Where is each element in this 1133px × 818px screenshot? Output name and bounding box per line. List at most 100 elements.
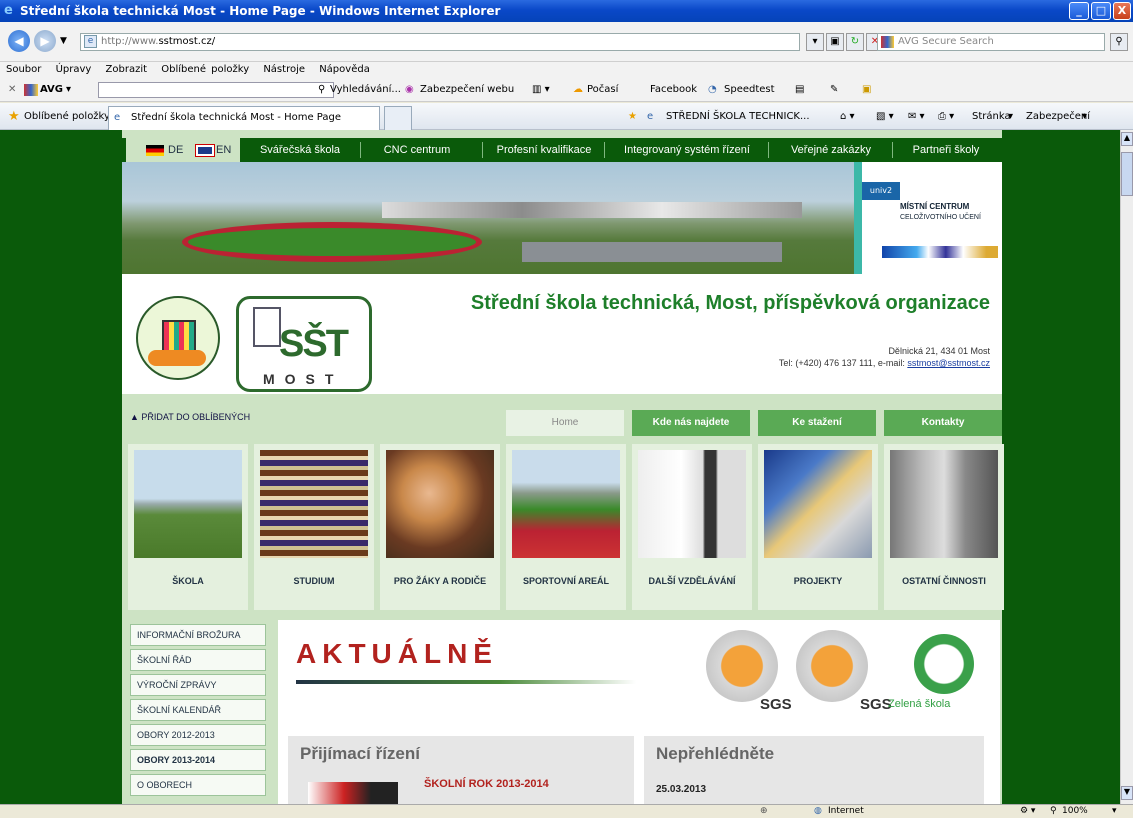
- page-viewport: DE EN Svářečská škola CNC centrum Profes…: [0, 130, 1120, 804]
- speedtest-icon: ◔: [708, 84, 717, 95]
- castle-icon: [253, 307, 281, 347]
- menu-vyrocni-zpravy[interactable]: VÝROČNÍ ZPRÁVY: [130, 674, 266, 696]
- new-tab-button[interactable]: [384, 106, 412, 130]
- address-input[interactable]: e http://www.sstmost.cz/: [80, 33, 800, 51]
- maximize-button[interactable]: □: [1091, 2, 1111, 20]
- protected-mode-icon[interactable]: ⚙ ▾: [1020, 805, 1035, 818]
- menu-upravy[interactable]: Úpravy: [56, 64, 92, 75]
- menu-napoveda[interactable]: Nápověda: [319, 64, 370, 75]
- toolbar-search-button[interactable]: Vyhledávání...: [330, 77, 401, 102]
- nav-profesni-kvalifikace[interactable]: Profesní kvalifikace: [484, 138, 604, 162]
- tile-ostatni-cinnosti[interactable]: OSTATNÍ ČINNOSTI: [884, 444, 1004, 610]
- zoom-level[interactable]: 100%: [1062, 805, 1088, 818]
- tab-home[interactable]: Home: [506, 410, 624, 436]
- menu-nastroje[interactable]: Nástroje: [263, 64, 305, 75]
- tile-pro-zaky-label: PRO ŽÁKY A RODIČE: [393, 576, 487, 586]
- avg-logo-icon: [24, 84, 38, 96]
- nav-partneri-skoly[interactable]: Partneři školy: [894, 138, 998, 162]
- nav-integrovany-system[interactable]: Integrovaný systém řízení: [606, 138, 768, 162]
- lang-de-link[interactable]: DE: [126, 138, 192, 162]
- search-icon[interactable]: ⚲: [1110, 33, 1128, 51]
- minimize-button[interactable]: _: [1069, 2, 1089, 20]
- back-button[interactable]: ◀: [8, 30, 30, 52]
- weather-button[interactable]: Počasí: [587, 77, 618, 102]
- toolbar-close-icon[interactable]: ✕: [8, 77, 16, 102]
- news-icon[interactable]: ▣: [862, 77, 871, 102]
- tile-dalsi-vzdelavani[interactable]: DALŠÍ VZDĚLÁVÁNÍ: [632, 444, 752, 610]
- scroll-down-icon[interactable]: ▼: [1121, 786, 1133, 800]
- page-menu[interactable]: Stránka: [972, 103, 1011, 130]
- edit-icon[interactable]: ✎: [830, 77, 838, 102]
- email-link[interactable]: sstmost@sstmost.cz: [907, 358, 990, 368]
- menu-obory-2012[interactable]: OBORY 2012-2013: [130, 724, 266, 746]
- tab-kde-nas-najdete[interactable]: Kde nás najdete: [632, 410, 750, 436]
- tile-projekty[interactable]: PROJEKTY: [758, 444, 878, 610]
- feeds-icon[interactable]: ▧ ▾: [876, 103, 894, 130]
- lang-en-link[interactable]: EN: [192, 138, 240, 162]
- facebook-button[interactable]: Facebook: [650, 77, 697, 102]
- menu-oblibene[interactable]: Oblíbené položky: [161, 64, 249, 75]
- refresh-icon[interactable]: ↻: [846, 33, 864, 51]
- nav-svarecska-skola[interactable]: Svářečská škola: [242, 138, 358, 162]
- scroll-up-icon[interactable]: ▲: [1121, 132, 1133, 146]
- security-menu[interactable]: Zabezpečení: [1026, 103, 1090, 130]
- menu-skolni-rad[interactable]: ŠKOLNÍ ŘÁD: [130, 649, 266, 671]
- menu-zobrazit[interactable]: Zobrazit: [106, 64, 148, 75]
- menu-informacni-brozura[interactable]: INFORMAČNÍ BROŽURA: [130, 624, 266, 646]
- browser-tab-active[interactable]: e Střední škola technická Most - Home Pa…: [108, 106, 380, 130]
- skolni-rok-link[interactable]: ŠKOLNÍ ROK 2013-2014: [424, 778, 549, 790]
- home-icon[interactable]: ⌂ ▾: [840, 103, 855, 130]
- avg-dropdown-icon[interactable]: ▾: [66, 77, 71, 102]
- nav-verejne-zakazky[interactable]: Veřejné zakázky: [770, 138, 892, 162]
- scroll-thumb[interactable]: [1121, 152, 1133, 196]
- tile-skola[interactable]: ŠKOLA: [128, 444, 248, 610]
- menu-soubor[interactable]: Soubor: [6, 64, 41, 75]
- euro-banknotes-photo: [764, 450, 872, 558]
- mistni-centrum-panel: univ2 MÍSTNÍ CENTRUM CELOŽIVOTNÍHO UČENÍ: [854, 162, 1002, 274]
- notes-icon[interactable]: ▤: [795, 77, 804, 102]
- status-privacy-icon[interactable]: ⊕: [760, 805, 768, 818]
- page-menu-dropdown-icon[interactable]: ▾: [1008, 103, 1013, 130]
- zelena-skola-label: Zelená škola: [888, 698, 951, 710]
- compatibility-icon[interactable]: ▣: [826, 33, 844, 51]
- menu-obory-2013[interactable]: OBORY 2013-2014: [130, 749, 266, 771]
- print-icon[interactable]: ⎙ ▾: [938, 103, 954, 130]
- security-menu-dropdown-icon[interactable]: ▾: [1082, 103, 1087, 130]
- lang-de-label: DE: [168, 144, 184, 156]
- books-photo: [260, 450, 368, 558]
- tile-sportovni-areal[interactable]: SPORTOVNÍ AREÁL: [506, 444, 626, 610]
- forward-button[interactable]: ▶: [34, 30, 56, 52]
- tile-pro-zaky[interactable]: PRO ŽÁKY A RODIČE: [380, 444, 500, 610]
- lang-en-label: EN: [216, 144, 232, 156]
- search-input[interactable]: AVG Secure Search: [877, 33, 1105, 51]
- menu-o-oborech[interactable]: O OBORECH: [130, 774, 266, 796]
- mail-icon[interactable]: ✉ ▾: [908, 103, 925, 130]
- tab-favicon-icon: e: [114, 112, 121, 123]
- tile-studium-label: STUDIUM: [293, 576, 335, 586]
- sgs-label-2: SGS: [860, 696, 892, 713]
- menu-skolni-kalendar[interactable]: ŠKOLNÍ KALENDÁŘ: [130, 699, 266, 721]
- add-favorites-link[interactable]: ▲ PŘIDAT DO OBLÍBENÝCH: [130, 412, 250, 422]
- close-button[interactable]: X: [1113, 2, 1131, 20]
- tile-studium[interactable]: STUDIUM: [254, 444, 374, 610]
- tab-ke-stazeni[interactable]: Ke stažení: [758, 410, 876, 436]
- news-date: 25.03.2013: [656, 784, 707, 795]
- add-favorite-icon[interactable]: ★: [628, 103, 637, 130]
- vertical-scrollbar[interactable]: ▲ ▼: [1120, 130, 1133, 804]
- history-dropdown-icon[interactable]: ▼: [60, 36, 67, 46]
- workshop-photo: [890, 450, 998, 558]
- url-prefix: http://www.: [101, 36, 159, 47]
- favorites-button[interactable]: Oblíbené položky: [24, 103, 110, 130]
- web-security-button[interactable]: Zabezpečení webu: [420, 77, 514, 102]
- page-favicon-icon: e: [84, 35, 97, 48]
- zoom-dropdown-icon[interactable]: ▾: [1112, 805, 1117, 818]
- tile-skola-label: ŠKOLA: [172, 576, 204, 586]
- toolbar-search-input[interactable]: [98, 82, 334, 98]
- speedtest-button[interactable]: Speedtest: [724, 77, 775, 102]
- address-bar-row: ◀ ▶ ▼ e http://www.sstmost.cz/ ▾ ▣ ↻ ✕ A…: [0, 22, 1133, 62]
- avg-button[interactable]: AVG: [40, 77, 63, 102]
- dropdown-icon[interactable]: ▾: [806, 33, 824, 51]
- trash-icon[interactable]: ▥ ▾: [532, 77, 550, 102]
- nav-cnc-centrum[interactable]: CNC centrum: [362, 138, 472, 162]
- tab-kontakty[interactable]: Kontakty: [884, 410, 1002, 436]
